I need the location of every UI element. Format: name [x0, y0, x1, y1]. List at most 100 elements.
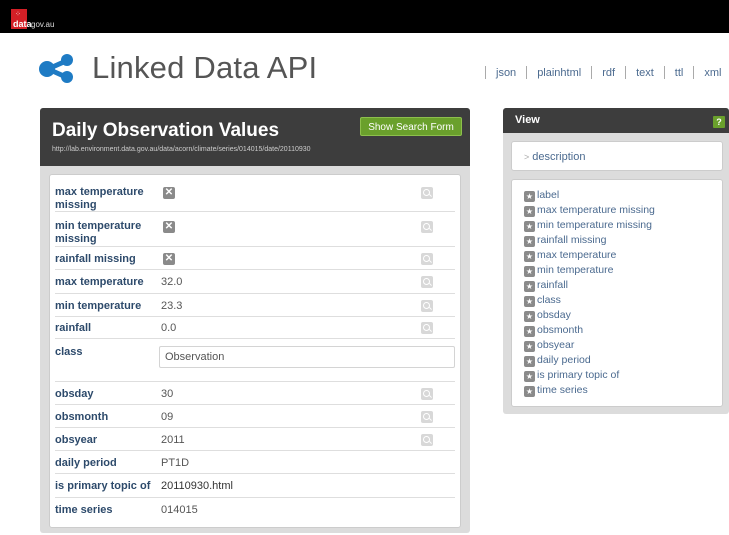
linked-data-logo-icon — [39, 54, 73, 83]
list-item[interactable]: ★ min temperature — [524, 263, 613, 277]
table-row: obsyear 2011 — [55, 428, 455, 451]
description-label: description — [532, 151, 586, 163]
table-row: max temperature 32.0 — [55, 270, 455, 294]
format-link-ttl[interactable]: ttl — [675, 67, 684, 79]
help-icon[interactable]: ? — [713, 116, 725, 128]
star-icon: ★ — [524, 191, 535, 202]
list-item[interactable]: ★ max temperature missing — [524, 203, 655, 217]
view-item-label: daily period — [537, 354, 591, 366]
list-item[interactable]: ★ obsday — [524, 308, 571, 322]
list-item[interactable]: ★ is primary topic of — [524, 368, 619, 382]
list-item[interactable]: ★ time series — [524, 383, 588, 397]
property-value[interactable]: 014015 — [161, 504, 198, 516]
list-item[interactable]: ★ daily period — [524, 353, 591, 367]
chevron-right-icon: > — [524, 152, 530, 162]
filter-magnifier-icon[interactable] — [421, 187, 433, 199]
view-property-list: ★ label ★ max temperature missing ★ min tem… — [511, 179, 723, 407]
view-item-label: label — [537, 189, 560, 201]
list-item[interactable]: ★ obsmonth — [524, 323, 583, 337]
view-item-label: min temperature missing — [537, 219, 652, 231]
format-separator — [591, 66, 593, 79]
format-link-xml[interactable]: xml — [704, 67, 721, 79]
filter-magnifier-icon[interactable] — [421, 253, 433, 265]
list-item[interactable]: ★ rainfall missing — [524, 233, 606, 247]
false-value-icon: ✕ — [163, 253, 175, 265]
format-separator — [625, 66, 627, 79]
format-separator — [526, 66, 528, 79]
view-header: View ? — [503, 108, 729, 133]
filter-magnifier-icon[interactable] — [421, 434, 433, 446]
top-bar: ⁘ data gov.au — [0, 0, 729, 33]
view-item-label: obsday — [537, 309, 571, 321]
property-label[interactable]: max temperature — [55, 276, 159, 289]
format-separator — [693, 66, 695, 79]
filter-magnifier-icon[interactable] — [421, 322, 433, 334]
star-icon: ★ — [524, 236, 535, 247]
property-value[interactable]: Observation — [165, 351, 224, 363]
description-link[interactable]: > description — [524, 151, 585, 163]
property-value: 30 — [161, 388, 174, 400]
view-item-label: max temperature — [537, 249, 617, 261]
filter-magnifier-icon[interactable] — [421, 221, 433, 233]
property-value-link[interactable]: 20110930.html — [161, 480, 233, 492]
format-link-rdf[interactable]: rdf — [602, 67, 615, 79]
view-item-label: class — [537, 294, 561, 306]
table-row: is primary topic of 20110930.html — [55, 474, 455, 498]
list-item[interactable]: ★ class — [524, 293, 561, 307]
view-item-label: min temperature — [537, 264, 614, 276]
property-label[interactable]: time series — [55, 504, 159, 517]
property-label[interactable]: is primary topic of — [55, 480, 165, 493]
list-item[interactable]: ★ rainfall — [524, 278, 568, 292]
filter-magnifier-icon[interactable] — [421, 388, 433, 400]
list-item[interactable]: ★ min temperature missing — [524, 218, 652, 232]
logo-text: data — [13, 19, 32, 29]
property-table: max temperature missing ✕ min temperatur… — [49, 174, 461, 528]
filter-magnifier-icon[interactable] — [421, 411, 433, 423]
view-item-label: obsmonth — [537, 324, 584, 336]
property-value: PT1D — [161, 457, 190, 469]
property-value: 32.0 — [161, 276, 183, 288]
star-icon: ★ — [524, 311, 535, 322]
list-item[interactable]: ★ label — [524, 188, 559, 202]
property-label[interactable]: daily period — [55, 457, 159, 470]
list-item[interactable]: ★ obsyear — [524, 338, 574, 352]
view-panel: View ? > description ★ label ★ max temperat… — [503, 108, 729, 414]
property-label[interactable]: min temperature missing — [55, 220, 159, 246]
property-label[interactable]: rainfall missing — [55, 253, 159, 266]
property-label[interactable]: obsyear — [55, 434, 159, 447]
star-icon: ★ — [524, 296, 535, 307]
filter-magnifier-icon[interactable] — [421, 276, 433, 288]
format-links: json plainhtml rdf text ttl xml — [475, 66, 721, 79]
property-label[interactable]: class — [55, 346, 159, 359]
star-icon: ★ — [524, 281, 535, 292]
resource-uri[interactable]: http://lab.environment.data.gov.au/data/… — [52, 146, 311, 153]
table-row: daily period PT1D — [55, 451, 455, 474]
table-row: min temperature 23.3 — [55, 294, 455, 317]
logo-dots-icon: ⁘ — [15, 11, 21, 18]
property-label[interactable]: min temperature — [55, 300, 159, 313]
logo-subtext: gov.au — [31, 20, 55, 29]
list-item[interactable]: ★ max temperature — [524, 248, 616, 262]
property-label[interactable]: obsmonth — [55, 411, 159, 424]
view-item-label: time series — [537, 384, 588, 396]
property-value: 0.0 — [161, 322, 177, 334]
star-icon: ★ — [524, 266, 535, 277]
table-row: obsday 30 — [55, 382, 455, 405]
filter-magnifier-icon[interactable] — [421, 300, 433, 312]
property-label[interactable]: rainfall — [55, 322, 159, 335]
resource-panel: Daily Observation Values http://lab.envi… — [40, 108, 470, 533]
view-title: View — [515, 114, 540, 126]
format-link-text[interactable]: text — [636, 67, 654, 79]
table-row: obsmonth 09 — [55, 405, 455, 428]
view-item-label: rainfall — [537, 279, 568, 291]
show-search-form-button[interactable]: Show Search Form — [360, 117, 462, 136]
format-link-json[interactable]: json — [496, 67, 516, 79]
view-item-label: max temperature missing — [537, 204, 655, 216]
false-value-icon: ✕ — [163, 221, 175, 233]
property-label[interactable]: max temperature missing — [55, 186, 159, 212]
format-link-plainhtml[interactable]: plainhtml — [537, 67, 581, 79]
property-label[interactable]: obsday — [55, 388, 159, 401]
star-icon: ★ — [524, 251, 535, 262]
table-row: time series 014015 — [55, 498, 455, 522]
resource-header: Daily Observation Values http://lab.envi… — [40, 108, 470, 166]
